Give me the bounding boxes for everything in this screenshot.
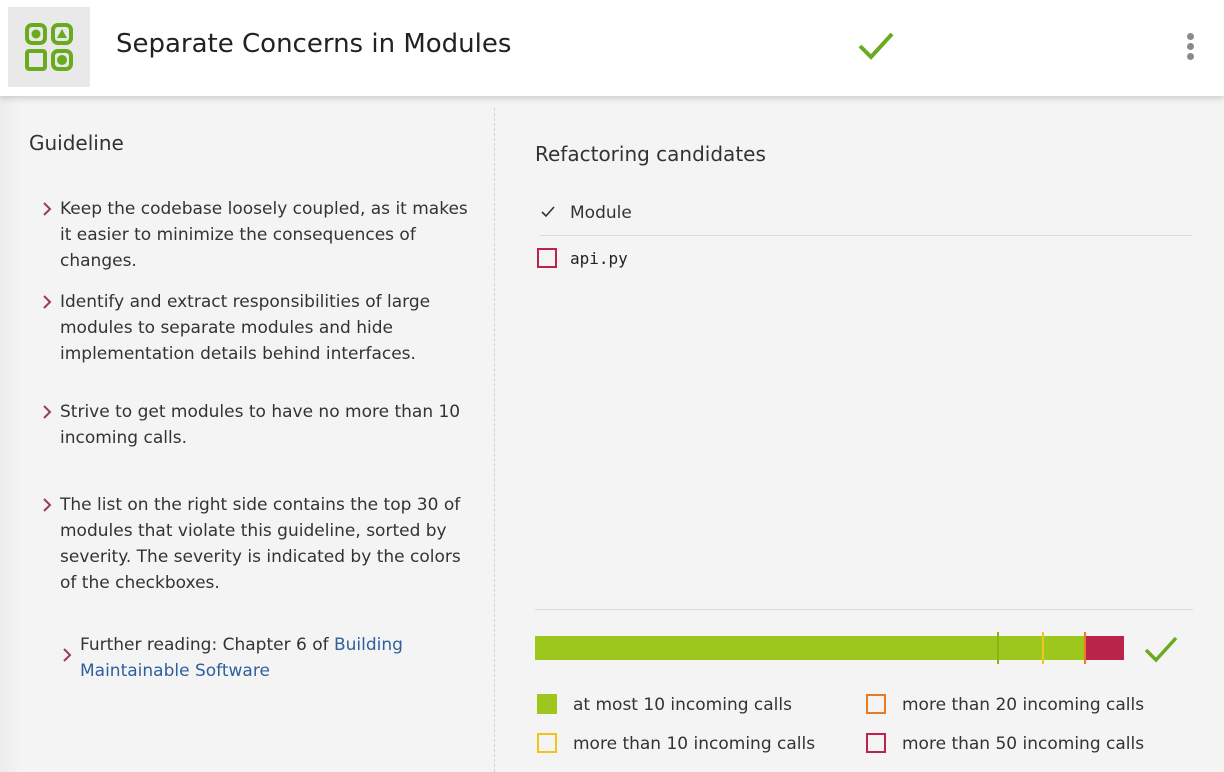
guideline-text: Strive to get modules to have no more th… — [60, 402, 461, 448]
guideline-title: Guideline — [29, 131, 124, 155]
legend-swatch — [537, 694, 557, 714]
candidates-title: Refactoring candidates — [535, 142, 766, 166]
distribution-segment — [997, 636, 1044, 660]
guideline-item: Keep the codebase loosely coupled, as it… — [40, 196, 480, 274]
chevron-right-icon — [43, 295, 52, 309]
legend-label: more than 20 incoming calls — [902, 695, 1145, 715]
distribution-segment — [1084, 636, 1124, 660]
legend-label: at most 10 incoming calls — [573, 695, 792, 715]
more-vertical-icon[interactable] — [1180, 33, 1200, 63]
module-name: api.py — [570, 249, 628, 268]
chevron-right-icon — [63, 648, 72, 662]
legend-swatch — [866, 733, 886, 753]
guideline-item: Identify and extract responsibilities of… — [40, 289, 480, 367]
guideline-text: Identify and extract responsibilities of… — [60, 292, 431, 364]
guideline-item: Strive to get modules to have no more th… — [40, 399, 480, 451]
module-column-label: Module — [570, 203, 632, 223]
chevron-right-icon — [43, 202, 52, 216]
distribution-bar — [535, 632, 1124, 664]
severity-checkbox[interactable] — [537, 248, 557, 268]
legend-swatch — [537, 733, 557, 753]
threshold-marker — [996, 632, 999, 664]
checkmark-icon — [1144, 636, 1178, 663]
module-column-header[interactable]: Module — [540, 198, 1192, 236]
guideline-text: The list on the right side contains the … — [60, 495, 461, 593]
legend-label: more than 10 incoming calls — [573, 734, 816, 754]
further-reading: Further reading: Chapter 6 of Building M… — [60, 632, 480, 684]
distribution-segment — [535, 636, 998, 660]
threshold-marker — [1083, 632, 1086, 664]
page-title: Separate Concerns in Modules — [116, 29, 512, 59]
further-reading-prefix: Further reading: Chapter 6 of — [80, 635, 334, 655]
distribution-segment — [1043, 636, 1085, 660]
app-header: Separate Concerns in Modules — [0, 0, 1224, 96]
checkmark-icon — [858, 32, 894, 60]
candidate-row[interactable]: api.py — [537, 248, 837, 270]
shapes-grid-icon — [8, 7, 90, 87]
threshold-marker — [1042, 632, 1045, 664]
legend-label: more than 50 incoming calls — [902, 734, 1145, 754]
chevron-right-icon — [43, 498, 52, 512]
guideline-item: The list on the right side contains the … — [40, 492, 480, 596]
legend-swatch — [866, 694, 886, 714]
chevron-right-icon — [43, 405, 52, 419]
divider-line — [535, 609, 1193, 610]
check-icon — [541, 206, 555, 218]
guideline-text: Keep the codebase loosely coupled, as it… — [60, 199, 468, 271]
